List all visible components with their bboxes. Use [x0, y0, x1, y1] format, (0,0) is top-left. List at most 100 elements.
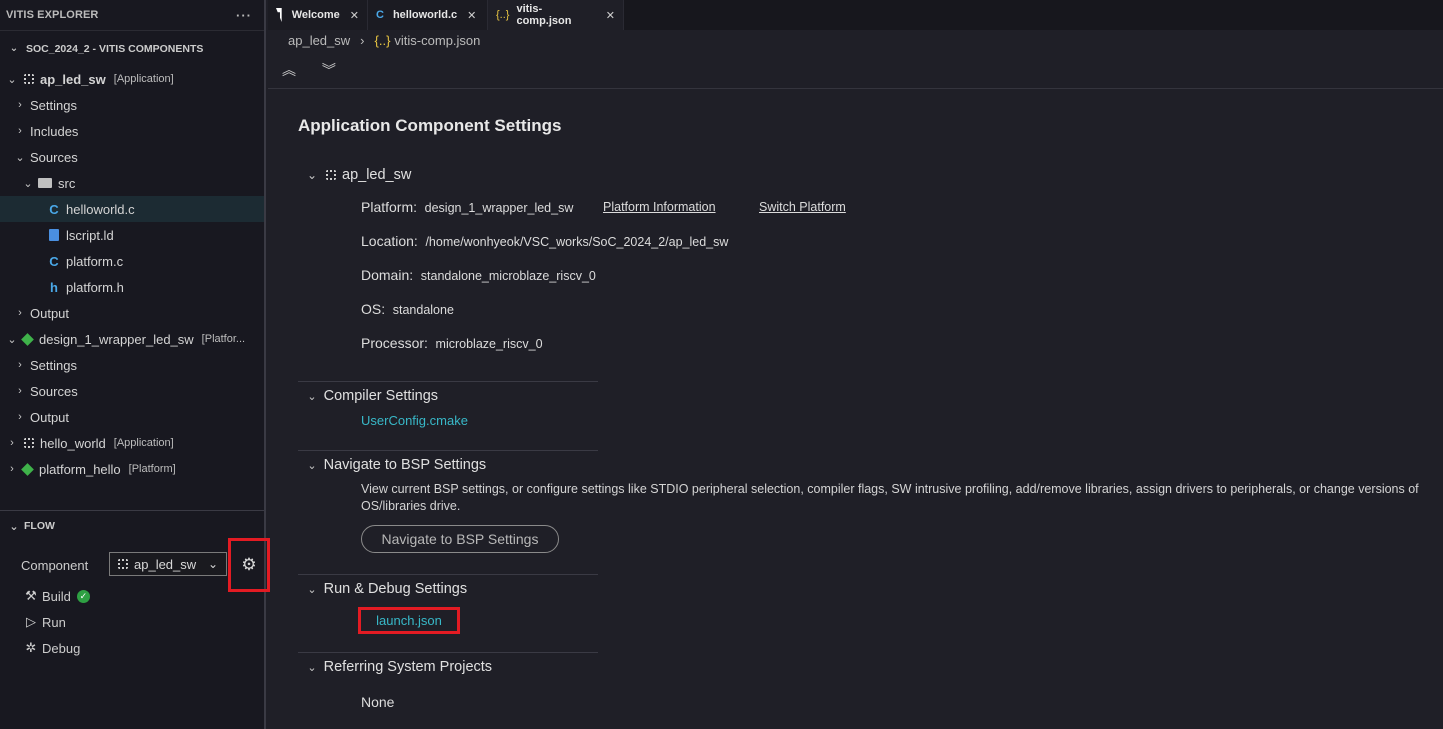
bsp-settings-header[interactable]: ⌄ Navigate to BSP Settings [306, 457, 486, 473]
chevron-down-icon: ⌄ [307, 662, 317, 674]
component-dropdown-value: ap_led_sw [134, 556, 197, 572]
platform-icon [21, 332, 34, 346]
tree-item-label: Settings [30, 357, 77, 373]
navigate-bsp-button[interactable]: Navigate to BSP Settings [361, 525, 559, 553]
compiler-settings-title: Compiler Settings [323, 388, 439, 404]
tab-label: helloworld.c [392, 9, 458, 21]
tab-helloworld-c[interactable]: C helloworld.c ✕ [368, 0, 488, 30]
tree-item-design-settings[interactable]: › Settings [0, 352, 264, 378]
tree-item-design-sources[interactable]: › Sources [0, 378, 264, 404]
location-value: /home/wonhyeok/VSC_works/SoC_2024_2/ap_l… [425, 235, 729, 249]
divider [298, 652, 598, 653]
launch-json-link[interactable]: launch.json [376, 613, 442, 628]
chevron-down-icon: ⌄ [9, 43, 19, 54]
json-file-icon: {..} [374, 33, 391, 48]
chip-icon [24, 438, 34, 448]
tree-item-label: Output [30, 409, 70, 425]
flow-run[interactable]: ▷ Run [0, 609, 264, 635]
close-icon[interactable]: ✕ [350, 9, 359, 22]
tree-item-platform-c[interactable]: C platform.c [0, 248, 264, 274]
run-debug-title: Run & Debug Settings [323, 581, 468, 597]
tree-item-design-1-wrapper[interactable]: ⌄ design_1_wrapper_led_sw [Platfor... [0, 326, 264, 352]
tree-item-label: Includes [30, 123, 79, 139]
tree-item-ap-led-sw[interactable]: ⌄ ap_led_sw [Application] [0, 66, 264, 92]
folder-icon [38, 178, 52, 188]
gear-icon[interactable]: ⚙ [241, 555, 256, 575]
platform-label: Platform: [361, 199, 418, 215]
referring-projects-value: None [361, 694, 395, 710]
component-dropdown[interactable]: ap_led_sw ⌄ [109, 552, 227, 576]
flow-debug[interactable]: ✲ Debug [0, 635, 264, 661]
breadcrumb-item[interactable]: ap_led_sw [288, 33, 350, 48]
tab-welcome[interactable]: Welcome ✕ [268, 0, 368, 30]
switch-platform-link[interactable]: Switch Platform [759, 200, 846, 214]
close-icon[interactable]: ✕ [467, 9, 476, 22]
tree-item-label: platform.h [66, 279, 124, 295]
close-icon[interactable]: ✕ [606, 9, 615, 22]
tree-item-design-output[interactable]: › Output [0, 404, 264, 430]
tree-item-platform-hello[interactable]: › platform_hello [Platform] [0, 456, 264, 482]
chevron-down-icon: ⌄ [307, 391, 317, 403]
component-settings-highlight[interactable]: ⚙ [228, 538, 270, 592]
compiler-settings-header[interactable]: ⌄ Compiler Settings [306, 388, 438, 404]
components-header-text: SOC_2024_2 - VITIS COMPONENTS [26, 42, 204, 55]
userconfig-cmake-link[interactable]: UserConfig.cmake [361, 413, 468, 428]
tree-item-label: src [58, 175, 76, 191]
divider [298, 450, 598, 451]
tab-label: vitis-comp.json [516, 3, 572, 27]
tree-item-output[interactable]: › Output [0, 300, 264, 326]
os-value: standalone [392, 303, 454, 317]
chevron-down-icon: ⌄ [23, 177, 33, 190]
tree-item-label: platform_hello [39, 461, 121, 477]
flow-build[interactable]: ⚒ Build ✓ [0, 583, 264, 609]
tab-vitis-comp-json[interactable]: {..} vitis-comp.json ✕ [488, 0, 624, 30]
page-title: Application Component Settings [298, 116, 562, 135]
flow-section-header[interactable]: ⌄ FLOW [0, 513, 264, 539]
tree-item-includes[interactable]: › Includes [0, 118, 264, 144]
c-file-icon: C [49, 253, 59, 269]
expand-all-icon[interactable]: ︾ [322, 62, 336, 78]
domain-row: Domain: standalone_microblaze_riscv_0 [361, 267, 596, 283]
tree-item-src[interactable]: ⌄ src [0, 170, 264, 196]
tree-item-lscript[interactable]: lscript.ld [0, 222, 264, 248]
divider [298, 381, 598, 382]
explorer-title: VITIS EXPLORER ··· [0, 0, 264, 30]
file-icon [49, 229, 59, 241]
processor-value: microblaze_riscv_0 [435, 337, 543, 351]
bug-icon: ✲ [25, 640, 37, 655]
collapse-all-icon[interactable]: ︽ [282, 62, 296, 78]
component-section-header[interactable]: ⌄ ap_led_sw [306, 167, 411, 183]
component-selector-row: Component ap_led_sw ⌄ [0, 550, 264, 580]
domain-label: Domain: [361, 267, 414, 283]
flow-header-text: FLOW [24, 520, 55, 532]
components-section-header[interactable]: ⌄ SOC_2024_2 - VITIS COMPONENTS [0, 30, 264, 66]
flow-run-label: Run [42, 614, 66, 630]
os-row: OS: standalone [361, 301, 454, 317]
chevron-down-icon: ⌄ [15, 151, 25, 164]
platform-information-link[interactable]: Platform Information [603, 200, 716, 214]
collapse-expand-controls: ︽ ︾ [282, 60, 358, 80]
processor-row: Processor: microblaze_riscv_0 [361, 335, 543, 351]
chevron-right-icon: › [10, 463, 14, 475]
tree-item-hello-world[interactable]: › hello_world [Application] [0, 430, 264, 456]
breadcrumb-item[interactable]: vitis-comp.json [394, 33, 480, 48]
platform-icon [21, 462, 34, 476]
chevron-down-icon: ⌄ [306, 168, 318, 182]
referring-projects-header[interactable]: ⌄ Referring System Projects [306, 659, 492, 675]
chip-icon [24, 74, 34, 84]
divider [268, 88, 1443, 89]
tree-item-sources[interactable]: ⌄ Sources [0, 144, 264, 170]
tree-item-label: ap_led_sw [40, 71, 106, 87]
platform-value: design_1_wrapper_led_sw [424, 201, 574, 215]
chevron-right-icon: › [10, 437, 14, 449]
tree-item-label: Output [30, 305, 70, 321]
chevron-right-icon: › [360, 33, 365, 48]
bsp-description: View current BSP settings, or configure … [361, 482, 1419, 513]
tree-item-platform-h[interactable]: h platform.h [0, 274, 264, 300]
explorer-title-text: VITIS EXPLORER [6, 9, 99, 21]
os-label: OS: [361, 301, 386, 317]
tree-item-settings[interactable]: › Settings [0, 92, 264, 118]
more-actions-icon[interactable]: ··· [236, 8, 252, 23]
tree-item-helloworld-c[interactable]: C helloworld.c [0, 196, 264, 222]
run-debug-header[interactable]: ⌄ Run & Debug Settings [306, 581, 467, 597]
